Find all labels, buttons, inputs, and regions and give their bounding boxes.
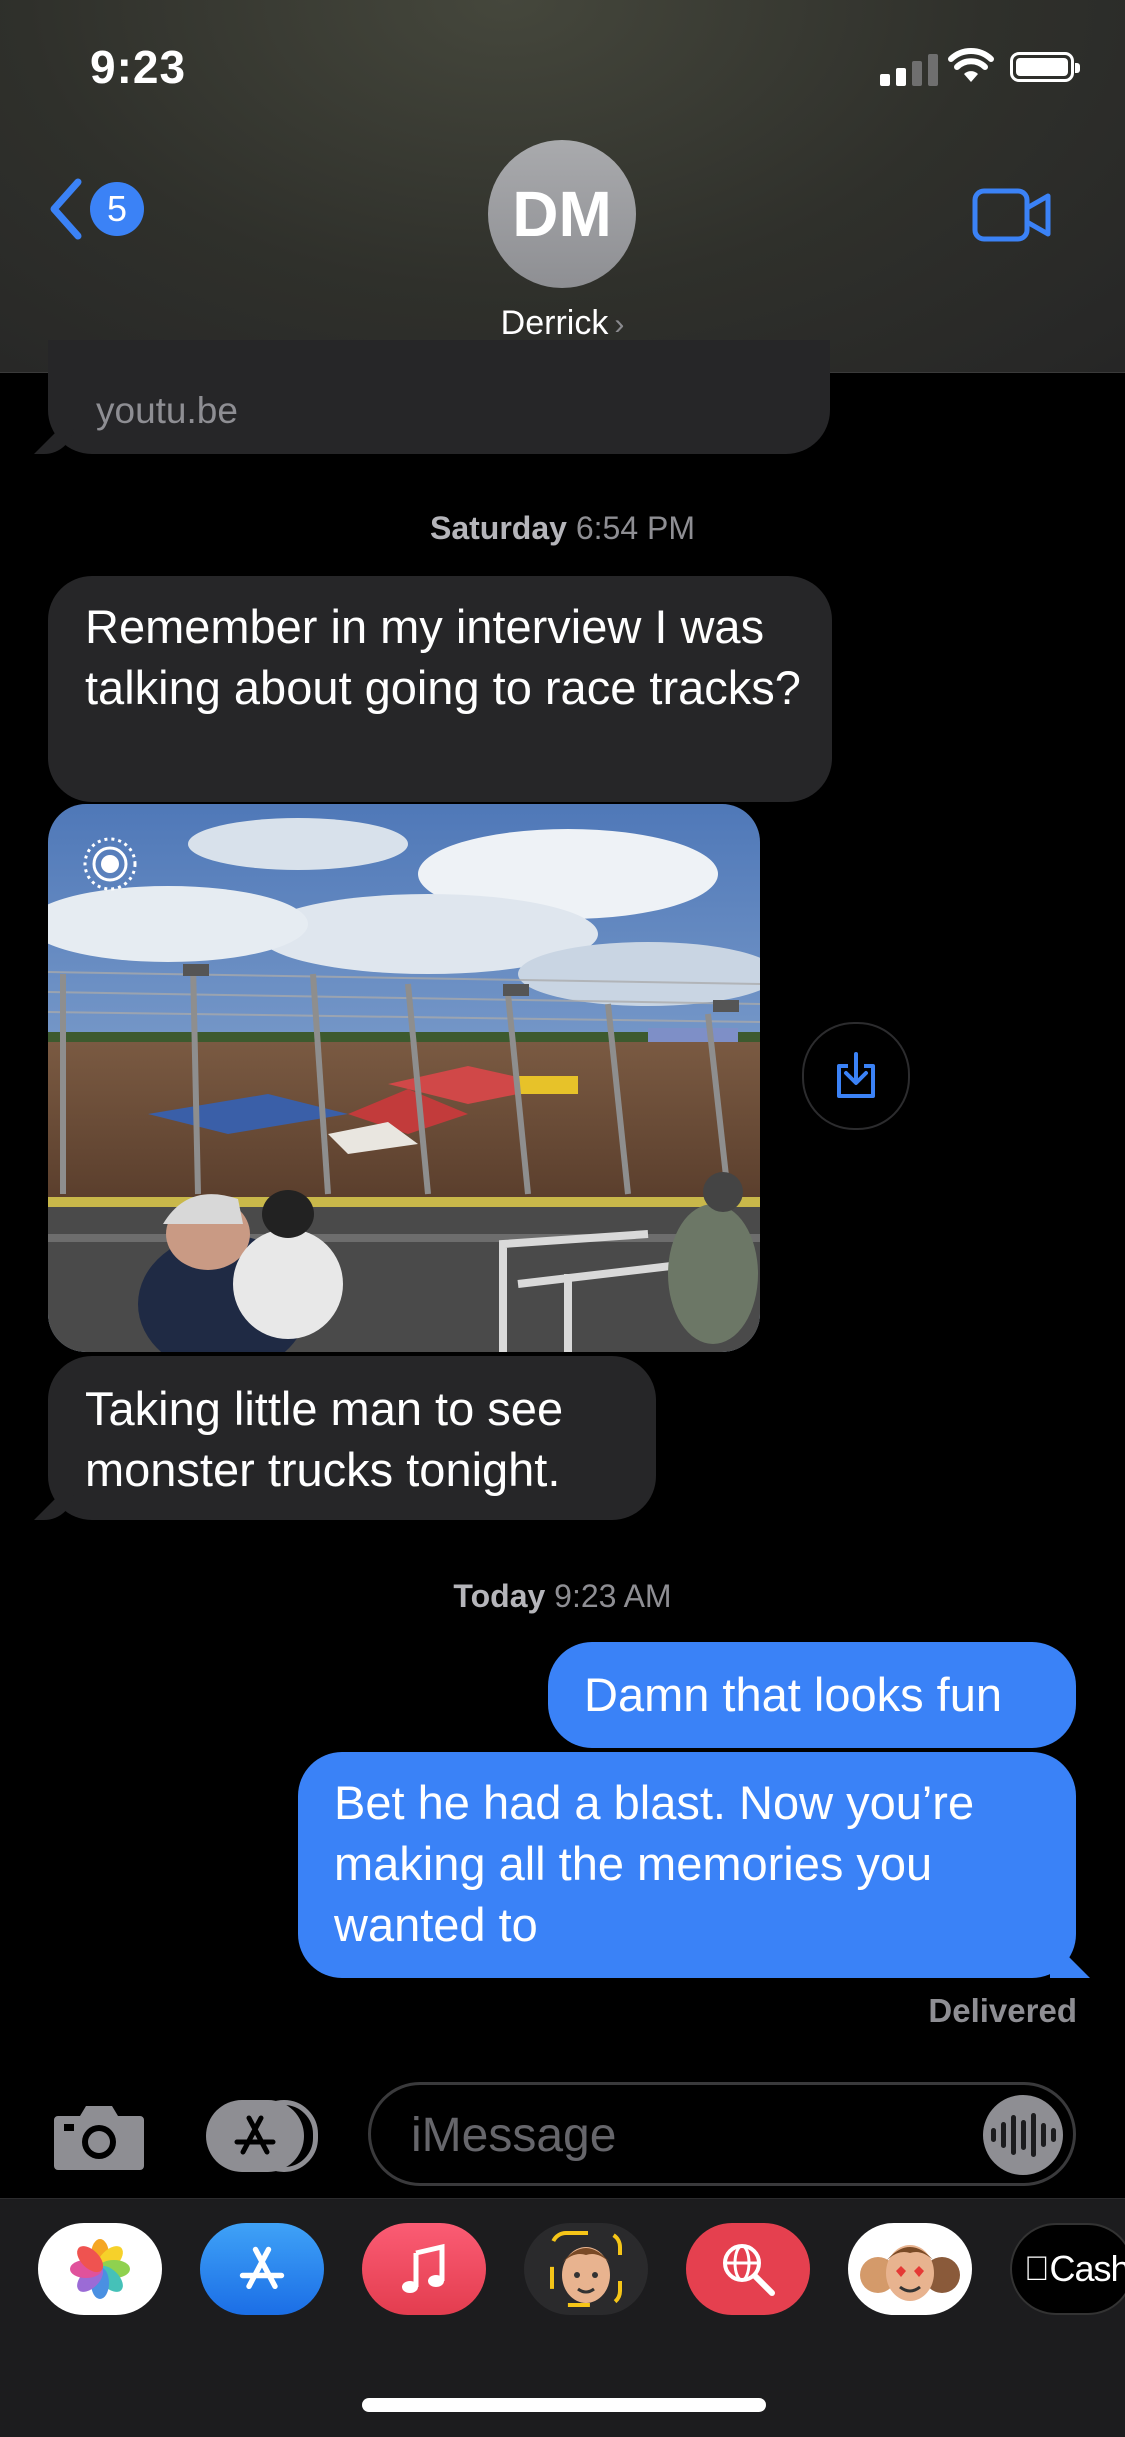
timestamp-today: Today 9:23 AM	[0, 1578, 1125, 1615]
download-icon	[834, 1052, 878, 1100]
app-store-apps-button[interactable]	[206, 2100, 318, 2172]
outgoing-message[interactable]: Damn that looks fun	[548, 1642, 1076, 1748]
incoming-message[interactable]: Taking little man to see monster trucks …	[48, 1356, 656, 1520]
images-search-icon[interactable]	[686, 2223, 810, 2315]
link-preview-bubble[interactable]: youtu.be	[48, 340, 830, 454]
memoji-stickers-faces-icon	[848, 2223, 972, 2315]
live-photo-icon	[82, 836, 138, 892]
message-text: Damn that looks fun	[584, 1668, 1002, 1721]
conversation-header: 9:23 5 DM Derrick›	[0, 0, 1125, 373]
wifi-icon	[948, 48, 994, 84]
unread-count-badge: 5	[90, 182, 144, 236]
voice-message-button[interactable]	[983, 2095, 1063, 2175]
globe-search-icon	[718, 2239, 778, 2299]
memoji-icon[interactable]	[524, 2223, 648, 2315]
apple-logo-icon: 	[1024, 2250, 1050, 2289]
cellular-signal-icon	[880, 52, 938, 86]
outgoing-message[interactable]: Bet he had a blast. Now you’re making al…	[298, 1752, 1076, 1978]
photos-app-icon[interactable]	[38, 2223, 162, 2315]
photo-attachment[interactable]	[48, 804, 760, 1352]
contact-name-label: Derrick	[501, 304, 609, 342]
status-time: 9:23	[90, 40, 186, 94]
memoji-stickers-icon[interactable]	[848, 2223, 972, 2315]
facetime-video-icon[interactable]	[972, 188, 1052, 242]
photos-flower-icon	[68, 2237, 132, 2301]
message-text: Taking little man to see monster trucks …	[85, 1382, 563, 1496]
message-text: Remember in my interview I was talking a…	[85, 600, 801, 714]
music-note-icon	[398, 2241, 450, 2297]
timestamp-time: 9:23 AM	[554, 1578, 671, 1614]
chevron-left-icon	[48, 178, 84, 240]
race-track-photo	[48, 804, 760, 1352]
timestamp-saturday: Saturday 6:54 PM	[0, 510, 1125, 547]
memoji-face-icon	[524, 2223, 648, 2315]
timestamp-day: Saturday	[430, 510, 567, 546]
app-store-glyph-icon	[236, 2243, 288, 2295]
message-text: Bet he had a blast. Now you’re making al…	[334, 1776, 974, 1951]
imessage-input[interactable]	[409, 2101, 973, 2169]
timestamp-day: Today	[453, 1578, 545, 1614]
delivery-status: Delivered	[928, 1992, 1077, 2030]
save-photo-button[interactable]	[802, 1022, 910, 1130]
timestamp-time: 6:54 PM	[576, 510, 695, 546]
chevron-right-icon: ›	[614, 308, 624, 341]
app-store-icon	[231, 2112, 279, 2160]
home-indicator[interactable]	[362, 2398, 766, 2412]
contact-avatar[interactable]: DM	[488, 140, 636, 288]
apple-cash-label: Cash	[1050, 2248, 1125, 2290]
music-app-icon[interactable]	[362, 2223, 486, 2315]
back-button[interactable]: 5	[48, 178, 144, 240]
app-store-icon[interactable]	[200, 2223, 324, 2315]
camera-icon[interactable]	[52, 2100, 146, 2172]
imessage-input-container[interactable]	[368, 2082, 1076, 2186]
link-preview-domain: youtu.be	[96, 390, 238, 431]
incoming-message[interactable]: Remember in my interview I was talking a…	[48, 576, 832, 802]
apple-cash-icon[interactable]:  Cash	[1010, 2223, 1125, 2315]
battery-icon	[1010, 52, 1074, 82]
contact-name[interactable]: Derrick›	[0, 304, 1125, 343]
